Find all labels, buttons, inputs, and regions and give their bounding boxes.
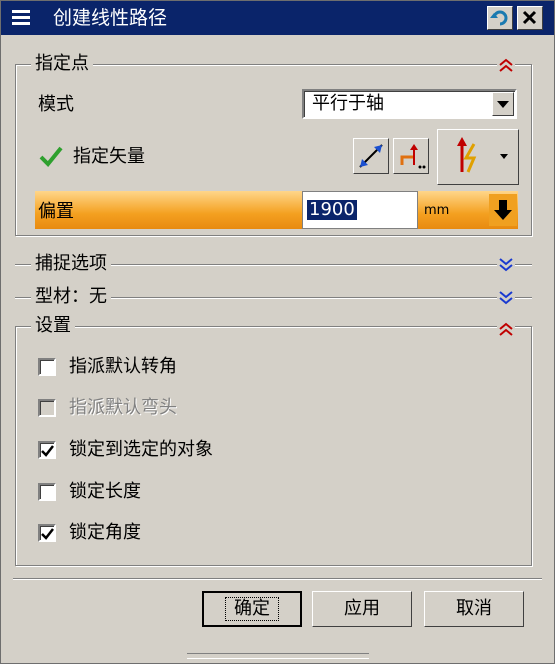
reverse-direction-button[interactable]	[353, 138, 389, 174]
assign-default-elbow-checkbox	[38, 399, 56, 417]
profile-title[interactable]: 型材：无	[31, 286, 111, 308]
mode-label: 模式	[38, 94, 74, 115]
snap-options-title[interactable]: 捕捉选项	[31, 253, 111, 275]
assign-default-elbow-label: 指派默认弯头	[69, 397, 177, 418]
vector-label: 指定矢量	[73, 146, 145, 167]
lock-angle-label[interactable]: 锁定角度	[69, 522, 141, 544]
title-bar[interactable]: 创建线性路径	[1, 1, 554, 35]
offset-value: 1900	[307, 199, 357, 220]
offset-row	[35, 191, 303, 229]
close-icon	[522, 10, 537, 25]
vector-constructor-button[interactable]	[393, 138, 429, 174]
window-title: 创建线性路径	[53, 7, 168, 29]
ok-label: 确定	[225, 597, 279, 621]
expand-icon[interactable]	[497, 289, 515, 307]
lock-angle-checkbox[interactable]	[38, 524, 56, 542]
lock-length-label[interactable]: 锁定长度	[69, 481, 141, 503]
vector-type-icon	[457, 137, 508, 173]
vector-type-button[interactable]	[437, 129, 519, 185]
resize-grip[interactable]	[187, 653, 369, 659]
lock-to-selected-checkbox[interactable]	[38, 441, 56, 459]
checkmark-icon	[41, 528, 54, 540]
unit-down-arrow-icon	[494, 200, 512, 220]
offset-label: 偏置	[38, 201, 74, 222]
offset-input[interactable]: 1900	[302, 191, 418, 229]
menu-icon[interactable]	[10, 8, 32, 28]
ok-button[interactable]: 确定	[202, 591, 302, 627]
assign-default-corner-label[interactable]: 指派默认转角	[69, 356, 177, 378]
mode-dropdown-button[interactable]	[492, 92, 514, 116]
cancel-button[interactable]: 取消	[424, 591, 524, 627]
unit-value: mm	[424, 203, 450, 218]
checkmark-icon	[41, 445, 54, 457]
return-button[interactable]	[487, 6, 513, 30]
apply-button[interactable]: 应用	[312, 591, 412, 627]
settings-title[interactable]: 设置	[31, 315, 75, 337]
checkmark-icon	[39, 146, 63, 167]
button-separator	[13, 578, 542, 580]
dropdown-arrow-icon	[497, 101, 509, 108]
mode-value: 平行于轴	[312, 93, 384, 114]
dialog-window: 创建线性路径 指定点 模式 平行于轴 指定矢量 偏置 1900 mm 捕捉选项 …	[0, 0, 555, 664]
return-icon	[490, 10, 508, 26]
close-button[interactable]	[517, 6, 543, 30]
reverse-direction-icon	[359, 144, 383, 168]
specify-point-title[interactable]: 指定点	[31, 53, 93, 75]
expand-icon[interactable]	[497, 256, 515, 274]
unit-dropdown-button[interactable]	[489, 194, 517, 226]
lock-length-checkbox[interactable]	[38, 483, 56, 501]
mode-select[interactable]: 平行于轴	[302, 89, 517, 119]
vector-constructor-icon	[400, 144, 426, 169]
lock-to-selected-label[interactable]: 锁定到选定的对象	[69, 439, 213, 461]
collapse-icon[interactable]	[497, 320, 515, 338]
collapse-icon[interactable]	[497, 56, 515, 74]
assign-default-corner-checkbox[interactable]	[38, 358, 56, 376]
